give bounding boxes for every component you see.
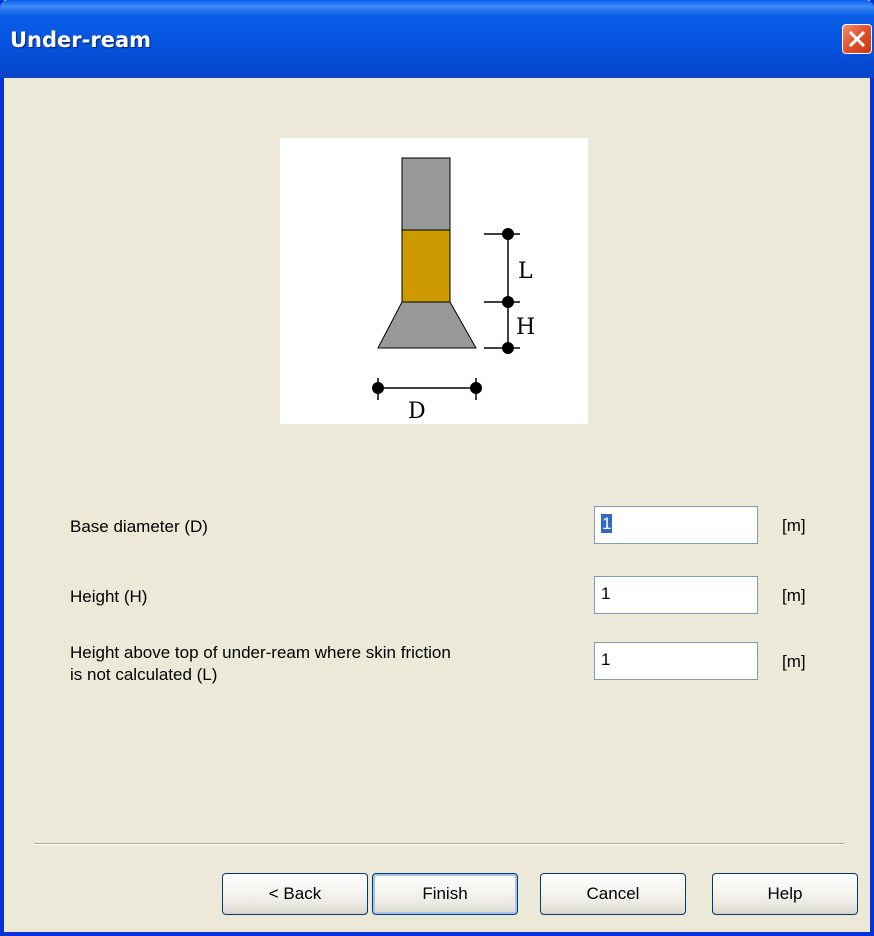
help-button[interactable]: Help [712, 873, 858, 915]
friction-height-value: 1 [601, 650, 611, 669]
dialog-window: Under-ream L H D Base diameter (D) 1 [m]… [0, 0, 874, 936]
diagram-label-h: H [516, 315, 535, 340]
base-diameter-input[interactable]: 1 [594, 506, 758, 544]
diagram-label-l: L [518, 259, 533, 284]
friction-height-label-line1: Height above top of under-ream where ski… [70, 643, 451, 662]
friction-height-unit: [m] [782, 652, 806, 671]
close-button[interactable] [842, 24, 872, 54]
back-button[interactable]: < Back [222, 873, 368, 915]
title-bar[interactable]: Under-ream [0, 0, 874, 78]
height-value: 1 [601, 584, 611, 603]
diagram-label-d: D [408, 399, 426, 424]
cancel-button[interactable]: Cancel [540, 873, 686, 915]
under-ream-diagram: L H D [280, 138, 588, 424]
finish-button[interactable]: Finish [372, 873, 518, 915]
base-diameter-value: 1 [601, 514, 613, 533]
friction-height-input[interactable]: 1 [594, 642, 758, 680]
pile-friction-zone [401, 229, 451, 303]
pile-shaft [401, 157, 451, 231]
window-title: Under-ream [10, 28, 152, 52]
height-unit: [m] [782, 586, 806, 605]
height-input[interactable]: 1 [594, 576, 758, 614]
pile-base [377, 301, 477, 349]
separator [34, 843, 844, 845]
close-icon [848, 30, 866, 48]
base-diameter-unit: [m] [782, 516, 806, 535]
friction-height-label-line2: is not calculated (L) [70, 665, 218, 684]
height-label: Height (H) [70, 587, 148, 606]
base-diameter-label: Base diameter (D) [70, 517, 208, 536]
